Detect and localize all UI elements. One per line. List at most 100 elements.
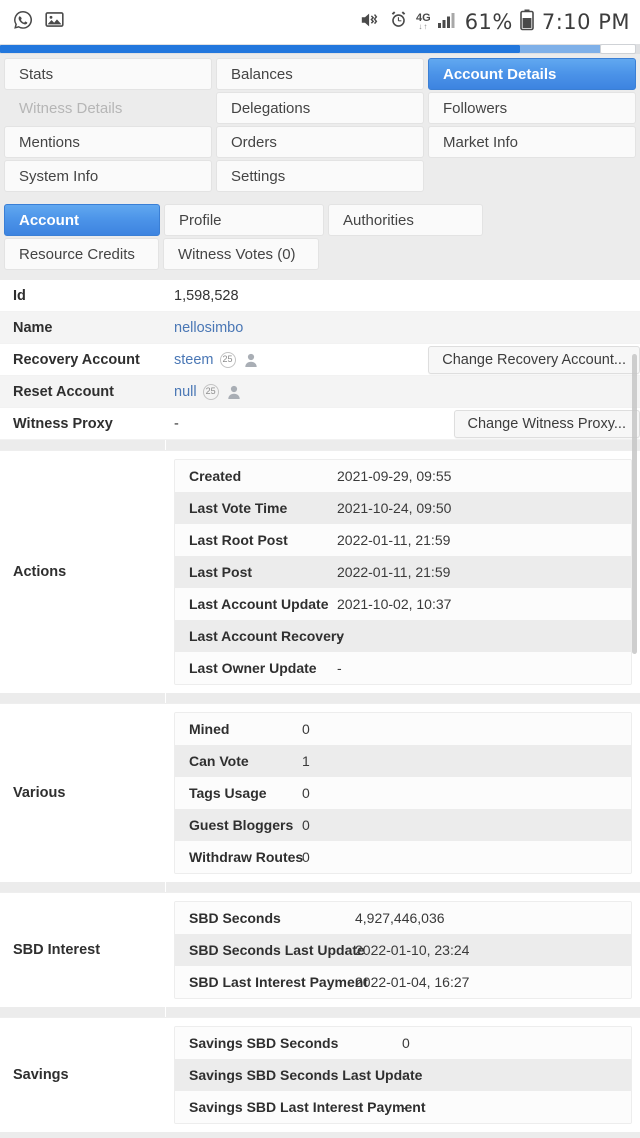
row-key: Savings SBD Last Interest Payment (189, 1099, 426, 1115)
row-key: Last Post (189, 564, 253, 580)
row-value: 2022-01-04, 16:27 (355, 974, 470, 990)
tab-label: Delegations (231, 99, 311, 117)
recovery-account-link[interactable]: steem (174, 352, 214, 368)
tab-market-info[interactable]: Market Info (428, 126, 636, 158)
scrollbar-thumb[interactable] (632, 354, 637, 654)
browser-bar-knob[interactable] (600, 44, 636, 54)
section-divider (0, 1007, 640, 1017)
tab-label: Mentions (19, 133, 80, 151)
table-row: Last Owner Update - (175, 652, 631, 684)
row-key: Created (189, 468, 242, 484)
table-row: SBD Seconds 4,927,446,036 (175, 902, 631, 934)
subtab-label: Profile (179, 211, 222, 229)
tab-followers[interactable]: Followers (428, 92, 636, 124)
status-bar-left-icons (12, 9, 65, 36)
row-value: 2021-10-02, 10:37 (337, 596, 452, 612)
browser-progress-bar (0, 44, 640, 54)
section-body: SBD Seconds 4,927,446,036 SBD Seconds Las… (166, 893, 640, 1007)
tab-account-details[interactable]: Account Details (428, 58, 636, 90)
row-key: Last Owner Update (189, 660, 317, 676)
row-key: Reset Account (13, 383, 114, 400)
section-actions: Actions Created 2021-09-29, 09:55 Last Vo… (0, 450, 640, 693)
table-row: SBD Last Interest Payment 2022-01-04, 16:… (175, 966, 631, 998)
tab-settings[interactable]: Settings (216, 160, 424, 192)
section-label: Various (0, 704, 166, 882)
subtab-label: Account (19, 211, 79, 229)
network-4g-icon: 4G ↓↑ (416, 13, 431, 31)
row-value: - (402, 1067, 407, 1083)
row-value: 0 (402, 1035, 410, 1051)
whatsapp-icon (12, 9, 34, 36)
subtab-label: Resource Credits (19, 245, 135, 263)
section-body: Mined 0 Can Vote 1 Tags Usage 0 Guest Blogg… (166, 704, 640, 882)
tab-delegations[interactable]: Delegations (216, 92, 424, 124)
row-value: 2022-01-11, 21:59 (337, 564, 451, 580)
signal-bars-icon (437, 11, 458, 34)
table-row-witness-proxy: Witness Proxy - Change Witness Proxy... (0, 408, 640, 440)
table-row: Savings SBD Last Interest Payment - (175, 1091, 631, 1123)
reset-account-link[interactable]: null (174, 384, 197, 400)
row-value: 0 (302, 817, 310, 833)
section-savings: Savings Savings SBD Seconds 0 Savings SBD… (0, 1017, 640, 1132)
account-name-link[interactable]: nellosimbo (174, 320, 243, 336)
subtab-profile[interactable]: Profile (164, 204, 324, 236)
table-row: SBD Seconds Last Update 2022-01-10, 23:24 (175, 934, 631, 966)
progress-fill-light (520, 45, 600, 53)
section-label: Actions (0, 451, 166, 693)
subtab-account[interactable]: Account (4, 204, 160, 236)
change-recovery-account-button[interactable]: Change Recovery Account... (428, 345, 640, 374)
row-value: - Change Witness Proxy... (166, 408, 640, 439)
tab-orders[interactable]: Orders (216, 126, 424, 158)
row-value: 2022-01-11, 21:59 (337, 532, 451, 548)
section-divider (0, 693, 640, 703)
scrollbar-track[interactable] (632, 54, 639, 1138)
tab-stats[interactable]: Stats (4, 58, 212, 90)
tab-label: Orders (231, 133, 277, 151)
account-id-value: 1,598,528 (174, 287, 239, 304)
table-row: Last Root Post 2022-01-11, 21:59 (175, 524, 631, 556)
table-row: Guest Bloggers 0 (175, 809, 631, 841)
table-row: Last Vote Time 2021-10-24, 09:50 (175, 492, 631, 524)
row-value: 0 (302, 721, 310, 737)
status-bar-right-icons: 4G ↓↑ 61% 7:10 PM (359, 9, 630, 36)
reputation-badge: 25 (219, 351, 236, 368)
subtab-witness-votes[interactable]: Witness Votes (0) (163, 238, 319, 270)
subtab-label: Witness Votes (0) (178, 245, 296, 263)
primary-tab-grid: Stats Balances Account Details Witness D… (0, 54, 640, 192)
status-bar: 4G ↓↑ 61% 7:10 PM (0, 0, 640, 44)
gallery-icon (44, 9, 65, 35)
row-value: nellosimbo (166, 312, 640, 343)
row-key: Last Account Update (189, 596, 329, 612)
tab-system-info[interactable]: System Info (4, 160, 212, 192)
row-key: Last Account Recovery (189, 628, 345, 644)
row-value: 1 (302, 753, 310, 769)
tab-balances[interactable]: Balances (216, 58, 424, 90)
person-icon[interactable] (243, 352, 259, 368)
row-key: SBD Last Interest Payment (189, 974, 368, 990)
row-value: 2021-09-29, 09:55 (337, 468, 452, 484)
change-witness-proxy-button[interactable]: Change Witness Proxy... (453, 409, 640, 438)
row-key: SBD Seconds Last Update (189, 942, 365, 958)
row-key: SBD Seconds (189, 910, 281, 926)
row-key: Last Vote Time (189, 500, 288, 516)
tab-witness-details: Witness Details (4, 92, 212, 124)
row-value: - (337, 660, 342, 676)
table-row: Withdraw Routes 0 (175, 841, 631, 873)
subtab-resource-credits[interactable]: Resource Credits (4, 238, 159, 270)
secondary-tab-wrap: Account Profile Authorities Resource Cre… (0, 204, 640, 270)
sbd-interest-table: SBD Seconds 4,927,446,036 SBD Seconds Las… (174, 901, 632, 999)
person-icon[interactable] (226, 384, 242, 400)
tab-mentions[interactable]: Mentions (4, 126, 212, 158)
table-row-id: Id 1,598,528 (0, 280, 640, 312)
section-various: Various Mined 0 Can Vote 1 Tags Usage 0 Gue… (0, 703, 640, 882)
tab-label: Settings (231, 167, 286, 185)
table-row: Savings SBD Seconds Last Update - (175, 1059, 631, 1091)
table-row: Last Account Recovery - (175, 620, 631, 652)
row-value: 4,927,446,036 (355, 910, 445, 926)
tab-label: Followers (443, 99, 508, 117)
row-key: Last Root Post (189, 532, 288, 548)
row-value: 0 (302, 849, 310, 865)
subtab-authorities[interactable]: Authorities (328, 204, 483, 236)
battery-icon (520, 9, 534, 36)
table-row: Savings SBD Seconds 0 (175, 1027, 631, 1059)
